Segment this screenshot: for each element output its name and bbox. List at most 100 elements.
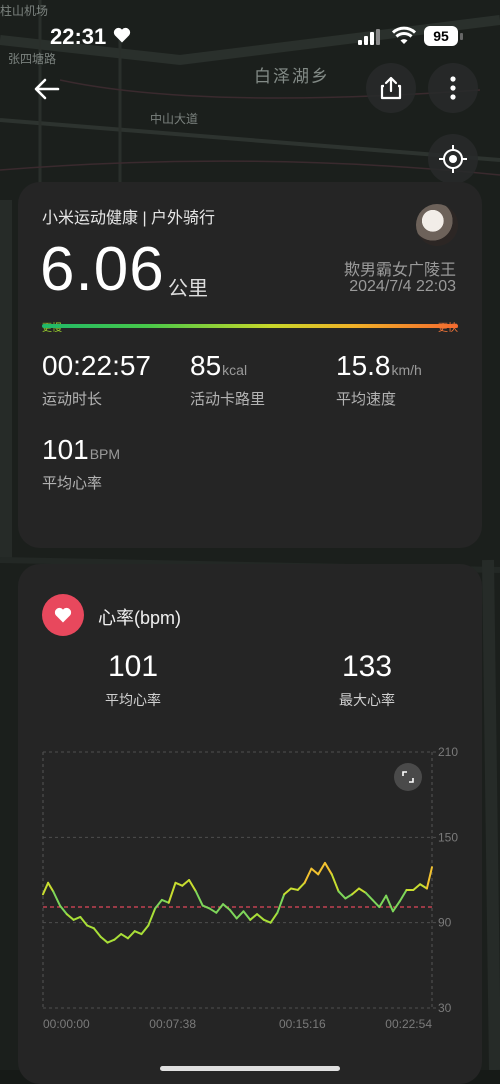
chart-series-segment [317, 861, 326, 876]
chart-series-segment [52, 890, 61, 907]
chart-y-tick-label: 30 [438, 1001, 452, 1015]
chart-series-segment [72, 915, 82, 921]
chart-series-segment [364, 891, 374, 901]
stat-calories-value: 85 [190, 350, 222, 381]
chart-series-segment [126, 930, 136, 940]
battery-tip [460, 33, 463, 40]
heart-rate-badge [42, 594, 84, 636]
max-heart-rate: 133 最大心率 [307, 650, 427, 710]
stat-speed: 15.8km/h 平均速度 [336, 350, 422, 409]
home-indicator [160, 1066, 340, 1071]
chart-series-segment [357, 887, 367, 894]
workout-summary-card: 小米运动健康 | 户外骑行 6.06 公里 欺男霸女广陵王 2024/7/4 2… [18, 182, 482, 548]
chart-series-segment [351, 887, 360, 896]
max-heart-rate-label: 最大心率 [339, 692, 395, 708]
chart-y-tick-label: 90 [438, 916, 452, 930]
stat-speed-value: 15.8 [336, 350, 391, 381]
stat-calories: 85kcal 活动卡路里 [190, 350, 265, 409]
chart-series-segment [106, 938, 116, 944]
chart-x-tick-label: 00:15:16 [279, 1017, 326, 1031]
chart-series-segment [79, 915, 89, 927]
distance-value: 6.06 [40, 235, 165, 304]
chart-series-segment [65, 913, 75, 921]
chart-series-segment [228, 908, 238, 920]
chart-series-segment [398, 888, 408, 903]
chart-series-segment [99, 935, 109, 944]
stat-calories-label: 活动卡路里 [190, 391, 266, 408]
chart-series-segment [92, 927, 102, 938]
chart-series-segment [235, 910, 245, 920]
chart-series-segment [194, 890, 204, 907]
chart-series-segment [391, 900, 401, 913]
chart-series-segment [337, 890, 347, 900]
distance-unit: 公里 [168, 278, 208, 300]
more-vertical-icon [450, 76, 456, 100]
chart-series-segment [242, 910, 252, 921]
heart-status-icon [113, 27, 131, 43]
status-time: 22:31 [50, 24, 107, 49]
battery-indicator: 95 [424, 26, 458, 46]
chart-series-segment [181, 879, 191, 887]
locate-icon [439, 145, 467, 173]
chart-series-segment [412, 883, 422, 891]
stat-heart-rate: 101BPM 平均心率 [42, 434, 120, 493]
activity-source: 小米运动健康 | 户外骑行 [42, 210, 216, 227]
stat-duration-value: 00:22:57 [42, 350, 151, 381]
heart-icon [54, 607, 72, 623]
locate-button[interactable] [428, 134, 478, 184]
chart-series-segment [283, 887, 293, 896]
stat-heart-rate-value: 101 [42, 434, 89, 465]
avatar[interactable] [416, 204, 458, 246]
chart-series-segment [133, 930, 143, 936]
chart-series-segment [378, 894, 388, 909]
stat-duration: 00:22:57 运动时长 [42, 350, 152, 409]
chart-series-segment [296, 881, 306, 891]
chart-series-segment [262, 918, 272, 924]
pace-scale-bar [42, 324, 458, 328]
chart-series-segment [323, 861, 333, 876]
stat-duration-label: 运动时长 [42, 391, 103, 408]
chart-series-segment [188, 879, 197, 893]
back-arrow-icon[interactable] [30, 72, 64, 106]
avg-heart-rate-label: 平均心率 [105, 692, 161, 708]
chart-series-segment [208, 907, 218, 914]
stat-calories-unit: kcal [222, 362, 248, 378]
expand-chart-button[interactable] [394, 763, 422, 791]
chart-series-segment [419, 883, 428, 890]
chart-series-segment [269, 911, 279, 924]
chart-series-segment [120, 933, 129, 940]
chart-series-segment [167, 881, 177, 904]
avg-heart-rate-value: 101 [107, 650, 159, 683]
chart-series-segment [160, 898, 170, 904]
chart-series-segment [276, 893, 286, 914]
chart-x-tick-label: 00:00:00 [43, 1017, 90, 1031]
chart-series-segment [303, 867, 313, 884]
username: 欺男霸女广陵王 [343, 262, 456, 279]
chart-series-segment [330, 873, 340, 893]
stat-heart-rate-unit: BPM [89, 446, 121, 462]
chart-series-segment [174, 881, 184, 887]
share-icon [380, 76, 402, 100]
chart-series-segment [215, 903, 225, 914]
chart-series-segment [140, 924, 150, 936]
more-options-button[interactable] [428, 63, 478, 113]
heart-rate-card: 心率(bpm) 101 平均心率 133 最大心率 210 150 90 30 00:0… [18, 564, 482, 1084]
chart-series-segment [201, 904, 211, 910]
chart-series-segment [249, 913, 259, 921]
stat-speed-label: 平均速度 [336, 391, 397, 408]
chart-series-segment [290, 887, 299, 891]
workout-datetime: 2024/7/4 22:03 [349, 278, 456, 295]
chart-series-segment [425, 866, 433, 890]
chart-x-tick-label: 00:22:54 [385, 1017, 432, 1031]
wifi-icon [392, 26, 416, 44]
share-button[interactable] [366, 63, 416, 113]
cellular-signal-icon [358, 29, 380, 45]
heart-rate-title: 心率(bpm) [98, 608, 182, 628]
chart-x-tick-label: 00:07:38 [149, 1017, 196, 1031]
chart-series-segment [310, 867, 320, 876]
stat-speed-unit: km/h [391, 362, 422, 378]
chart-series-segment [113, 933, 123, 941]
chart-series-segment [42, 881, 50, 896]
avg-heart-rate: 101 平均心率 [73, 650, 193, 710]
stat-heart-rate-label: 平均心率 [42, 475, 103, 492]
